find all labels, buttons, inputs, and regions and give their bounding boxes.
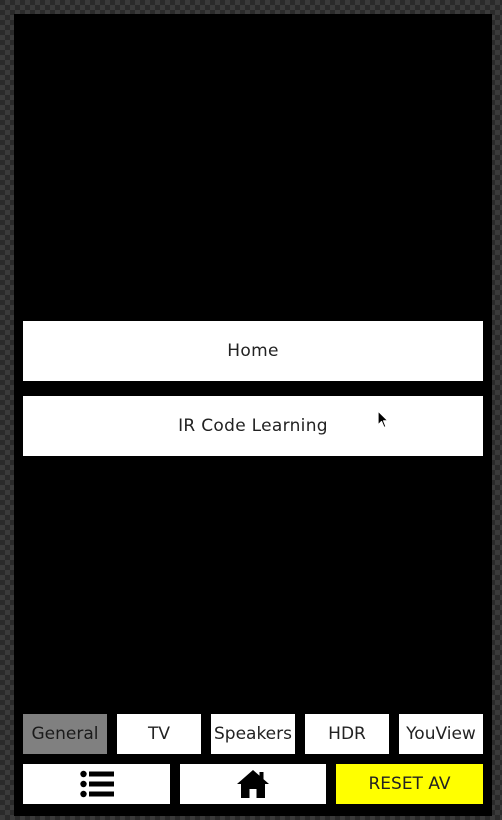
list-menu-button[interactable] (23, 764, 170, 804)
tab-speakers-label: Speakers (213, 724, 292, 744)
tab-tv[interactable]: TV (117, 714, 201, 754)
tab-youview[interactable]: YouView (399, 714, 483, 754)
tab-general[interactable]: General (23, 714, 107, 754)
house-icon (237, 770, 269, 798)
tab-hdr[interactable]: HDR (305, 714, 389, 754)
tab-youview-label: YouView (406, 724, 476, 744)
tab-tv-label: TV (147, 724, 170, 744)
home-button[interactable]: Home (23, 321, 483, 381)
home-nav-button[interactable] (180, 764, 326, 804)
reset-av-button[interactable]: RESET AV (336, 764, 483, 804)
tab-speakers[interactable]: Speakers (211, 714, 295, 754)
tab-hdr-label: HDR (328, 724, 366, 744)
remote-screen: Home IR Code Learning General TV Speaker… (14, 14, 492, 816)
ir-code-learning-button[interactable]: IR Code Learning (23, 396, 483, 456)
home-button-label: Home (227, 341, 279, 361)
tab-general-label: General (31, 724, 99, 744)
reset-av-label: RESET AV (368, 774, 451, 794)
list-icon (79, 770, 114, 798)
ir-code-learning-label: IR Code Learning (178, 416, 328, 436)
mouse-pointer-icon (377, 410, 389, 429)
